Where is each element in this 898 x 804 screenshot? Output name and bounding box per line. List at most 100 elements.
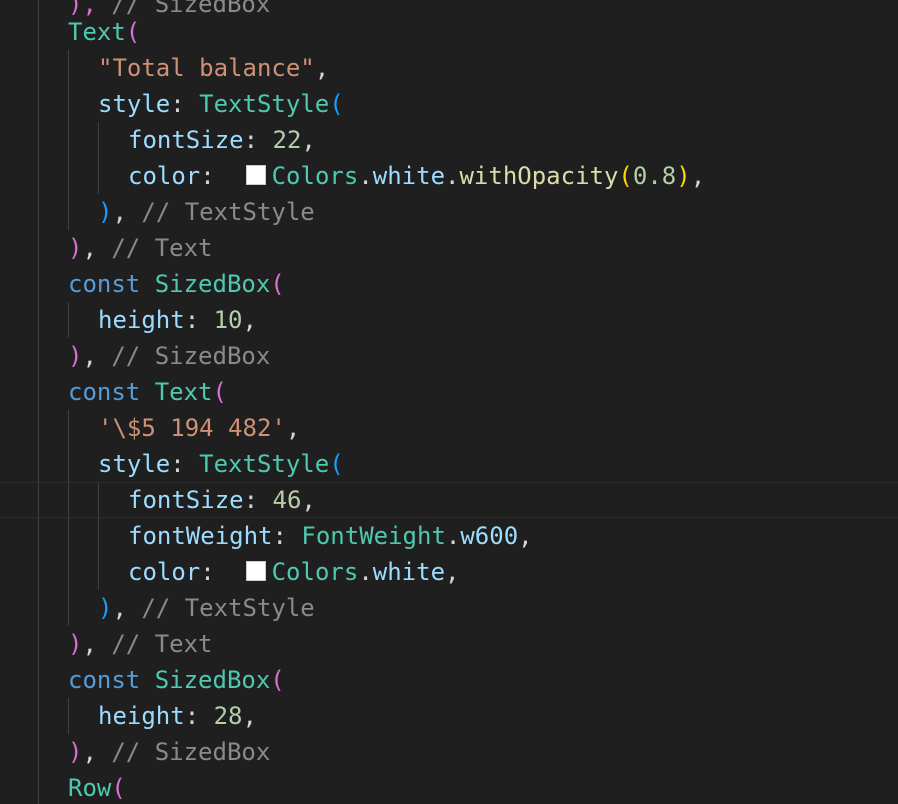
code-token: height (98, 702, 185, 730)
code-token: : (200, 558, 244, 586)
code-line[interactable]: Text( (68, 14, 140, 50)
code-token: ( (270, 666, 285, 694)
code-token: : (243, 486, 273, 514)
code-token: style (98, 90, 171, 118)
code-line[interactable]: ), // SizedBox (68, 734, 270, 770)
code-line[interactable]: style: TextStyle( (98, 446, 344, 482)
code-token: fontSize (128, 126, 244, 154)
code-token: , (445, 558, 460, 586)
code-token: ) (98, 594, 113, 622)
indent-guide (68, 50, 69, 230)
code-token: SizedBox (154, 666, 271, 694)
code-token: w600 (460, 522, 519, 550)
code-token: . (358, 162, 373, 190)
code-token: fontWeight (128, 522, 273, 550)
code-line[interactable]: ), // Text (68, 626, 213, 662)
code-token: , (518, 522, 533, 550)
code-line[interactable]: ), // SizedBox (68, 338, 270, 374)
code-token: ( (111, 774, 126, 802)
code-line[interactable]: color: Colors.white, (128, 554, 459, 590)
code-token: // Text (111, 234, 213, 262)
code-token: : (200, 162, 244, 190)
code-token: ( (270, 270, 285, 298)
code-token: 0.8 (632, 162, 677, 190)
code-token: ( (329, 450, 344, 478)
code-line[interactable]: ), // TextStyle (98, 194, 315, 230)
color-swatch-icon[interactable] (245, 165, 266, 185)
code-token: color (128, 162, 201, 190)
code-line[interactable]: const SizedBox( (68, 266, 285, 302)
code-token: ) (98, 198, 113, 226)
code-token: SizedBox (154, 270, 271, 298)
code-line[interactable]: fontWeight: FontWeight.w600, (128, 518, 533, 554)
code-line[interactable]: "Total balance", (98, 50, 329, 86)
code-line[interactable]: fontSize: 22, (128, 122, 316, 158)
code-token: white (372, 558, 446, 586)
code-line[interactable]: const SizedBox( (68, 662, 285, 698)
code-token: , (112, 198, 142, 226)
code-token: , (690, 162, 706, 190)
color-swatch-icon[interactable] (245, 561, 266, 581)
code-token: style (98, 450, 171, 478)
code-token: : (272, 522, 302, 550)
code-token: Text (154, 378, 213, 406)
code-line[interactable]: '\$5 194 482', (98, 410, 300, 446)
code-token: . (358, 558, 373, 586)
code-token: // TextStyle (141, 594, 315, 622)
code-editor[interactable]: ), // SizedBox Text("Total balance", style… (0, 0, 898, 804)
code-token: ) (676, 162, 691, 190)
code-token: FontWeight (301, 522, 446, 550)
code-token: 28 (213, 702, 243, 730)
code-token: 22 (272, 126, 302, 154)
code-line[interactable]: ), // TextStyle (98, 590, 315, 626)
code-line[interactable]: ), // Text (68, 230, 213, 266)
code-token: withOpacity (459, 162, 619, 190)
code-token: // TextStyle (141, 198, 315, 226)
code-token: : (184, 702, 214, 730)
code-token: Colors (271, 162, 359, 190)
code-token: "Total balance" (98, 54, 315, 82)
code-token: 10 (213, 306, 243, 334)
code-line[interactable]: style: TextStyle( (98, 86, 344, 122)
code-token: ( (125, 18, 141, 46)
code-token: // SizedBox (111, 342, 271, 370)
code-token: ) (68, 234, 83, 262)
code-token: : (170, 90, 200, 118)
code-token: const (68, 270, 155, 298)
code-token: const (68, 666, 155, 694)
indent-guide (68, 698, 69, 734)
code-token: 46 (272, 486, 302, 514)
code-line[interactable]: height: 10, (98, 302, 257, 338)
code-token: , (82, 234, 112, 262)
code-token: // Text (111, 630, 213, 658)
code-line[interactable]: const Text( (68, 374, 227, 410)
code-token: , (301, 486, 316, 514)
code-token: '\$5 194 482' (98, 414, 286, 442)
indent-guide (98, 122, 99, 194)
code-token: , (301, 126, 316, 154)
code-token: height (98, 306, 185, 334)
code-line[interactable]: fontSize: 46, (128, 482, 316, 518)
code-token: white (372, 162, 446, 190)
code-token: TextStyle (199, 450, 330, 478)
code-token: . (445, 162, 460, 190)
code-token: ) (68, 342, 83, 370)
code-token: , (112, 594, 142, 622)
code-token: Text (68, 18, 126, 46)
indent-guide (68, 410, 69, 626)
code-token: TextStyle (199, 90, 330, 118)
code-line[interactable]: height: 28, (98, 698, 257, 734)
code-token: , (242, 702, 257, 730)
code-token: ) (68, 630, 83, 658)
code-token: ) (68, 738, 83, 766)
indent-guide (68, 302, 69, 338)
code-token: , (314, 54, 330, 82)
code-token: ( (212, 378, 227, 406)
indent-guide (38, 0, 39, 804)
code-token: fontSize (128, 486, 244, 514)
code-token: , (82, 738, 112, 766)
code-line[interactable]: color: Colors.white.withOpacity(0.8), (128, 158, 705, 194)
code-line[interactable]: Row( (68, 770, 126, 804)
code-token: ( (329, 90, 344, 118)
code-token: : (184, 306, 214, 334)
